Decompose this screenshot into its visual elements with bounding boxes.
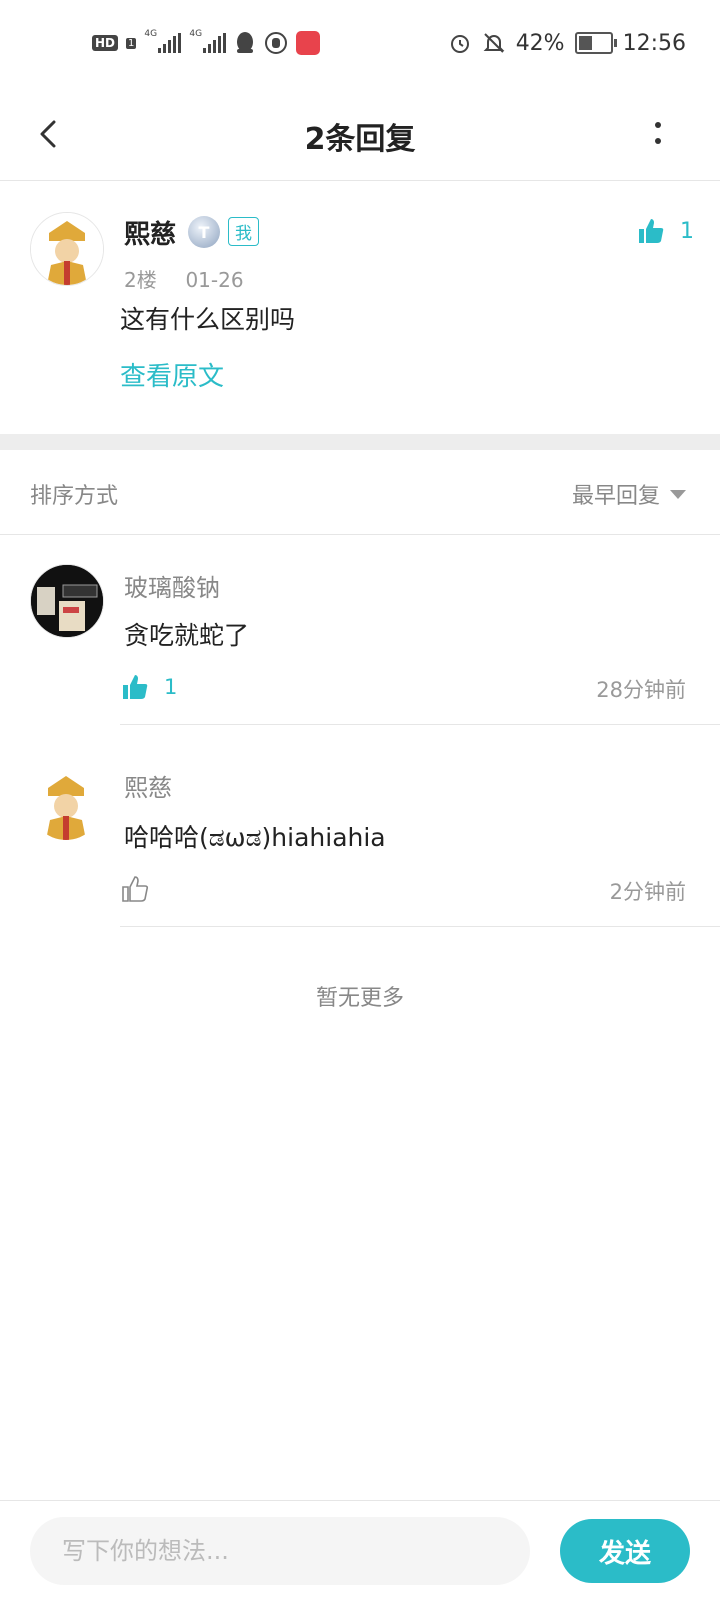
composer-bar: 发送 xyxy=(0,1500,720,1601)
reply-like-button[interactable]: 1 xyxy=(120,672,177,702)
reply-text: 贪吃就蛇了 xyxy=(124,621,250,650)
sort-dropdown[interactable]: 最早回复 xyxy=(572,478,686,510)
reply-author[interactable]: 熙慈 xyxy=(124,768,172,803)
battery-icon xyxy=(574,32,617,54)
thumbs-up-outline-icon xyxy=(122,876,149,902)
page-title: 2条回复 xyxy=(304,122,416,157)
qq-icon xyxy=(237,32,254,53)
status-left: HD 1 4G 4G xyxy=(92,28,321,58)
view-original-link[interactable]: 查看原文 xyxy=(120,356,224,393)
avatar[interactable] xyxy=(30,564,104,638)
reply-author[interactable]: 玻璃酸钠 xyxy=(124,568,220,603)
level-badge: T xyxy=(188,216,220,248)
sort-row: 排序方式 最早回复 xyxy=(0,450,720,535)
sort-value: 最早回复 xyxy=(571,484,660,509)
reply-divider xyxy=(120,926,720,927)
post-meta: 2楼 01-26 xyxy=(124,264,244,293)
reply-time: 2分钟前 xyxy=(609,880,686,904)
reply-like-count: 1 xyxy=(164,675,178,699)
dropdown-arrow-icon xyxy=(670,489,686,499)
bell-off-icon xyxy=(483,33,505,53)
no-more-text: 暂无更多 xyxy=(315,986,404,1011)
post-like-button[interactable]: 1 xyxy=(636,216,694,246)
hand-icon xyxy=(265,32,288,54)
signal-icon-2: 4G xyxy=(189,29,227,53)
sim-icon: 1 xyxy=(126,37,137,49)
status-right: 42% 12:56 xyxy=(448,28,686,58)
clock: 12:56 xyxy=(622,30,686,56)
thumbs-up-icon xyxy=(123,675,148,699)
avatar[interactable] xyxy=(30,212,104,286)
reply-time: 28分钟前 xyxy=(596,678,686,702)
hd-icon: HD xyxy=(92,35,119,51)
alarm-icon xyxy=(450,35,469,53)
sort-label: 排序方式 xyxy=(30,484,119,509)
me-badge: 我 xyxy=(228,217,259,246)
post-date: 01-26 xyxy=(185,268,244,292)
post-like-count: 1 xyxy=(680,218,694,244)
huawei-app-icon xyxy=(296,31,321,55)
thumbs-up-icon xyxy=(639,219,664,243)
reply-text: 哈哈哈(ಡωಡ)hiahiahia xyxy=(124,823,386,852)
reply-like-button[interactable] xyxy=(120,874,164,904)
comment-input[interactable] xyxy=(30,1517,530,1585)
avatar[interactable] xyxy=(30,768,102,840)
battery-percent: 42% xyxy=(515,30,565,56)
reply-divider xyxy=(120,724,720,725)
status-bar: HD 1 4G 4G 42% 12:56 xyxy=(0,0,720,88)
post-floor: 2楼 xyxy=(124,268,157,292)
post-text: 这有什么区别吗 xyxy=(120,305,296,334)
more-icon[interactable] xyxy=(648,114,668,154)
send-button[interactable]: 发送 xyxy=(560,1519,690,1583)
post-author[interactable]: 熙慈 xyxy=(124,214,176,251)
signal-icon: 4G xyxy=(144,29,182,53)
section-divider xyxy=(0,434,720,450)
header: 2条回复 xyxy=(0,88,720,181)
